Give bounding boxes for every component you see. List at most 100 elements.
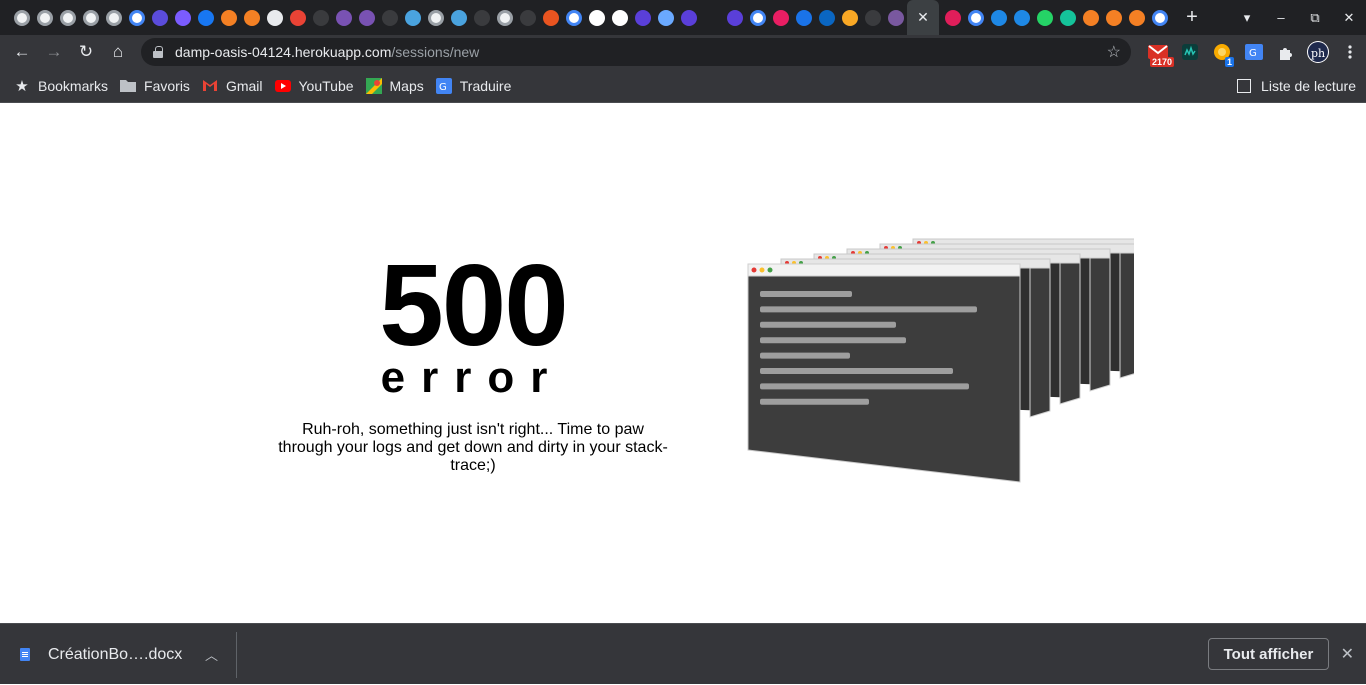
bookmark-favoris[interactable]: Favoris bbox=[120, 78, 190, 94]
tab[interactable] bbox=[56, 0, 79, 35]
google-icon bbox=[1151, 9, 1168, 26]
gmail-badge: 2170 bbox=[1149, 57, 1174, 67]
tab[interactable] bbox=[10, 0, 33, 35]
tab[interactable] bbox=[424, 0, 447, 35]
tab[interactable] bbox=[240, 0, 263, 35]
bookmark-star-icon[interactable]: ☆ bbox=[1107, 42, 1121, 62]
divider bbox=[236, 632, 237, 678]
bookmark-label: Traduire bbox=[459, 77, 512, 94]
tab[interactable] bbox=[792, 0, 815, 35]
coin-extension-icon[interactable]: 1 bbox=[1206, 35, 1238, 69]
restore-button[interactable]: ⧉ bbox=[1298, 10, 1332, 26]
close-download-bar-icon[interactable]: ✕ bbox=[1341, 644, 1354, 664]
mural-icon bbox=[680, 9, 697, 26]
stackoverflow-icon bbox=[1082, 9, 1099, 26]
show-all-downloads-button[interactable]: Tout afficher bbox=[1208, 638, 1329, 670]
tab[interactable] bbox=[33, 0, 56, 35]
tab[interactable] bbox=[79, 0, 102, 35]
new-tab-button[interactable]: + bbox=[1177, 0, 1207, 35]
tab[interactable] bbox=[1102, 0, 1125, 35]
tab[interactable] bbox=[884, 0, 907, 35]
tab[interactable] bbox=[769, 0, 792, 35]
tab[interactable] bbox=[608, 0, 631, 35]
tab[interactable] bbox=[194, 0, 217, 35]
lock-icon[interactable] bbox=[153, 46, 163, 58]
rocket-icon bbox=[450, 9, 467, 26]
tab[interactable] bbox=[1125, 0, 1148, 35]
tab[interactable] bbox=[815, 0, 838, 35]
back-button[interactable]: ← bbox=[6, 36, 38, 68]
minimize-button[interactable]: – bbox=[1264, 10, 1298, 25]
tab[interactable] bbox=[677, 0, 700, 35]
tab[interactable] bbox=[355, 0, 378, 35]
tab-search-icon[interactable]: ▾ bbox=[1230, 10, 1264, 26]
tab[interactable] bbox=[723, 0, 746, 35]
bookmark-traduire[interactable]: G Traduire bbox=[435, 77, 512, 94]
tab[interactable] bbox=[401, 0, 424, 35]
mountain-icon bbox=[772, 9, 789, 26]
url-path: /sessions/new bbox=[391, 44, 480, 60]
download-filename: CréationBo….docx bbox=[48, 645, 183, 663]
tab[interactable] bbox=[263, 0, 286, 35]
gmail-extension-icon[interactable]: 2170 bbox=[1142, 35, 1174, 69]
profile-avatar[interactable]: ph bbox=[1302, 35, 1334, 69]
tab[interactable] bbox=[286, 0, 309, 35]
chevron-up-icon[interactable]: ︿ bbox=[205, 645, 218, 664]
tab[interactable] bbox=[332, 0, 355, 35]
bookmark-label: Bookmarks bbox=[38, 77, 109, 94]
reload-button[interactable]: ↻ bbox=[70, 36, 102, 68]
tab-close-icon[interactable]: ✕ bbox=[917, 9, 929, 26]
tab[interactable] bbox=[309, 0, 332, 35]
c-icon bbox=[1013, 9, 1030, 26]
tab[interactable] bbox=[861, 0, 884, 35]
tab[interactable] bbox=[102, 0, 125, 35]
translate-icon: G bbox=[435, 77, 452, 94]
tab[interactable] bbox=[585, 0, 608, 35]
tab[interactable] bbox=[539, 0, 562, 35]
tab[interactable] bbox=[838, 0, 861, 35]
translate-extension-icon[interactable]: G bbox=[1238, 35, 1270, 69]
grammarly-icon bbox=[1059, 9, 1076, 26]
window-controls: ▾ – ⧉ ✕ bbox=[1230, 0, 1366, 35]
tab[interactable] bbox=[1033, 0, 1056, 35]
tab[interactable] bbox=[493, 0, 516, 35]
pen-icon bbox=[266, 9, 283, 26]
tab[interactable] bbox=[631, 0, 654, 35]
tab[interactable] bbox=[217, 0, 240, 35]
tab[interactable] bbox=[171, 0, 194, 35]
bookmark-gmail[interactable]: Gmail bbox=[202, 78, 263, 94]
bookmark-bookmarks[interactable]: ★ Bookmarks bbox=[14, 77, 109, 95]
download-item[interactable]: CréationBo….docx bbox=[20, 624, 182, 685]
sound-extension-icon[interactable] bbox=[1174, 35, 1206, 69]
active-tab[interactable]: ✕ bbox=[907, 0, 939, 35]
forward-button[interactable]: → bbox=[38, 36, 70, 68]
google-icon bbox=[565, 9, 582, 26]
tab[interactable] bbox=[1148, 0, 1171, 35]
tab[interactable] bbox=[941, 0, 964, 35]
tab[interactable] bbox=[470, 0, 493, 35]
bookmark-label: Gmail bbox=[225, 77, 263, 94]
tab[interactable] bbox=[654, 0, 677, 35]
code-line bbox=[760, 383, 969, 390]
browser-menu-icon[interactable] bbox=[1334, 35, 1366, 69]
tab[interactable] bbox=[964, 0, 987, 35]
tab[interactable] bbox=[125, 0, 148, 35]
tab[interactable] bbox=[516, 0, 539, 35]
tab[interactable] bbox=[562, 0, 585, 35]
tab[interactable] bbox=[1079, 0, 1102, 35]
tab[interactable] bbox=[987, 0, 1010, 35]
reading-list-button[interactable]: Liste de lecture bbox=[1237, 69, 1356, 103]
bookmark-maps[interactable]: Maps bbox=[365, 77, 424, 94]
tab[interactable] bbox=[447, 0, 470, 35]
address-bar[interactable]: damp-oasis-04124.herokuapp.com/sessions/… bbox=[141, 38, 1131, 66]
home-button[interactable]: ⌂ bbox=[102, 36, 134, 68]
puzzle-extensions-icon[interactable] bbox=[1270, 35, 1302, 69]
tab[interactable] bbox=[148, 0, 171, 35]
tab[interactable] bbox=[746, 0, 769, 35]
bookmark-youtube[interactable]: YouTube bbox=[274, 78, 354, 94]
tab[interactable] bbox=[378, 0, 401, 35]
tab[interactable] bbox=[700, 0, 723, 35]
tab[interactable] bbox=[1056, 0, 1079, 35]
tab[interactable] bbox=[1010, 0, 1033, 35]
close-window-button[interactable]: ✕ bbox=[1332, 10, 1366, 26]
